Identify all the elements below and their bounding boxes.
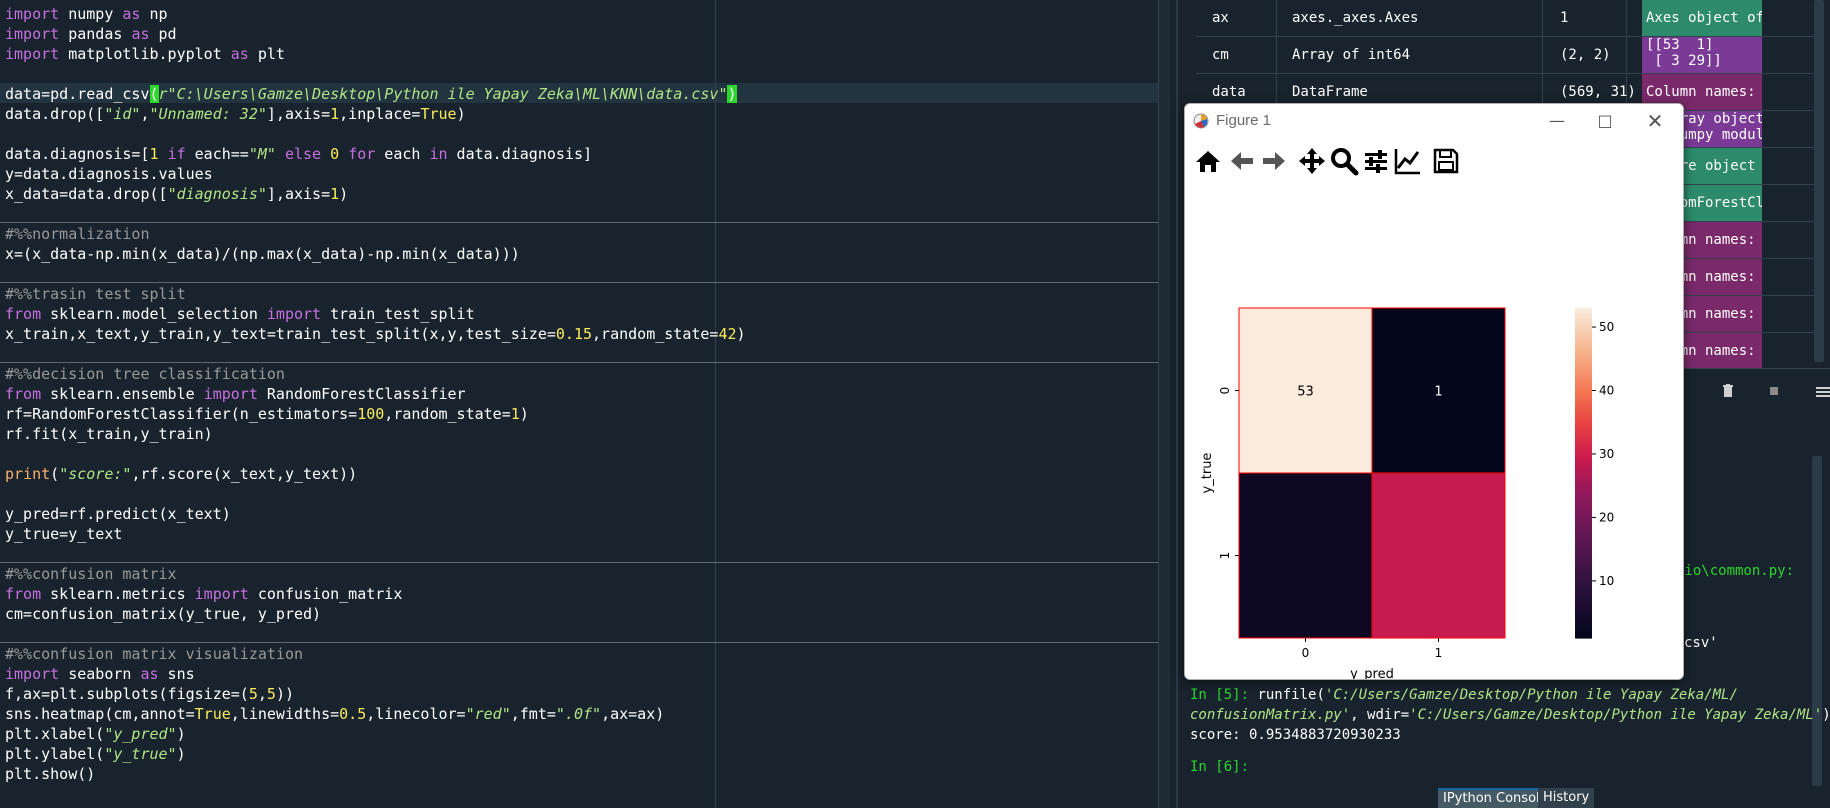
cell-separator: [0, 222, 1158, 223]
zoom-icon[interactable]: [1329, 146, 1359, 176]
code-line: cm=confusion_matrix(y_true, y_pred): [5, 605, 322, 623]
figure-canvas[interactable]: 53 1 0 1 0 1 y_pred y_true 10 20 30 40 50: [1185, 182, 1683, 679]
code-line: y=data.diagnosis.values: [5, 165, 213, 183]
tab-ipython-console[interactable]: IPython Console: [1438, 788, 1553, 808]
heatmap-cell: [1371, 472, 1506, 639]
code-line: #%%normalization: [5, 225, 150, 243]
trash-icon[interactable]: [1722, 383, 1734, 397]
cell-separator: [0, 362, 1158, 363]
splitter[interactable]: [1170, 0, 1184, 808]
heatmap-annotation: 53: [1297, 385, 1314, 400]
code-line: plt.ylabel("y_true"): [5, 745, 186, 763]
code-line: #%%confusion matrix visualization: [5, 645, 304, 663]
code-line: y_true=y_text: [5, 525, 123, 543]
code-line: x_train,x_text,y_train,y_text=train_test…: [5, 325, 746, 343]
y-tick-label: 1: [1218, 552, 1232, 560]
home-icon[interactable]: [1193, 146, 1223, 176]
console-input-5: In [5]: runfile('C:/Users/Gamze/Desktop/…: [1190, 687, 1738, 703]
code-line: rf=RandomForestClassifier(n_estimators=1…: [5, 405, 529, 423]
colorbar-tick-label: 30: [1599, 447, 1614, 461]
close-icon[interactable]: ✕: [1635, 108, 1675, 134]
colorbar-tick-label: 20: [1599, 510, 1614, 524]
code-line: plt.xlabel("y_pred"): [5, 725, 186, 743]
cell-separator: [0, 562, 1158, 563]
variable-value: [[53 1] [ 3 29]]: [1642, 37, 1762, 73]
variable-value: Axes object of…: [1642, 0, 1762, 36]
code-line: #%%trasin test split: [5, 285, 186, 303]
pan-icon[interactable]: [1297, 146, 1327, 176]
code-line: sns.heatmap(cm,annot=True,linewidths=0.5…: [5, 705, 665, 723]
console-input-5-cont: confusionMatrix.py', wdir='C:/Users/Gamz…: [1190, 707, 1830, 723]
figure-title: Figure 1: [1216, 112, 1272, 129]
code-line: rf.fit(x_train,y_train): [5, 425, 213, 443]
code-line: from sklearn.metrics import confusion_ma…: [5, 585, 403, 603]
tab-history[interactable]: History: [1538, 788, 1595, 808]
console-prompt-6[interactable]: In [6]:: [1190, 759, 1249, 775]
variable-type: axes._axes.Axes: [1292, 10, 1419, 26]
code-line: from sklearn.ensemble import RandomFores…: [5, 385, 466, 403]
back-icon[interactable]: [1227, 146, 1257, 176]
variable-row[interactable]: ax axes._axes.Axes 1 Axes object of…: [1196, 0, 1818, 37]
figure-window: Figure 1 — □ ✕ 53 1 0 1 0 1 y_pred y_true 10: [1184, 103, 1684, 680]
code-editor[interactable]: import numpy as np import pandas as pd imp…: [0, 0, 1158, 808]
x-axis-label: y_pred: [1350, 667, 1394, 679]
menu-icon[interactable]: [1816, 383, 1830, 397]
console-scrollbar[interactable]: [1812, 456, 1822, 786]
variable-explorer-scrollbar[interactable]: [1814, 0, 1824, 362]
x-tick-label: 0: [1302, 646, 1310, 660]
code-line: import matplotlib.pyplot as plt: [5, 45, 285, 63]
code-line: data.drop(["id","Unnamed: 32"],axis=1,in…: [5, 105, 466, 123]
code-line: #%%confusion matrix: [5, 565, 177, 583]
code-line: x=(x_data-np.min(x_data)/(np.max(x_data)…: [5, 245, 520, 263]
colorbar-tick-label: 50: [1599, 320, 1614, 334]
y-axis-label: y_true: [1200, 453, 1215, 494]
colorbar-tick-label: 40: [1599, 384, 1614, 398]
console-output-score: score: 0.9534883720930233: [1190, 727, 1401, 743]
console-tabs: IPython Console History: [1184, 788, 1830, 808]
edit-axis-icon[interactable]: [1393, 146, 1423, 176]
figure-toolbar: [1185, 138, 1683, 183]
edge-line: [715, 0, 716, 808]
code-line: #%%decision tree classification: [5, 365, 285, 383]
code-line: x_data=data.drop(["diagnosis"],axis=1): [5, 185, 349, 203]
code-line: import seaborn as sns: [5, 665, 195, 683]
heatmap-cell: [1238, 472, 1373, 639]
cell-separator: [0, 282, 1158, 283]
code-line: plt.show(): [5, 765, 96, 783]
heatmap-annotation: 1: [1434, 385, 1442, 400]
matplotlib-icon: [1193, 113, 1209, 129]
configure-subplots-icon[interactable]: [1361, 146, 1391, 176]
code-line: f,ax=plt.subplots(figsize=(5,5)): [5, 685, 294, 703]
code-line: y_pred=rf.predict(x_text): [5, 505, 231, 523]
colorbar-tick-label: 10: [1599, 574, 1614, 588]
minimize-icon[interactable]: —: [1537, 108, 1577, 134]
y-tick-label: 0: [1218, 387, 1232, 395]
code-line: import pandas as pd: [5, 25, 177, 43]
variable-type: Array of int64: [1292, 47, 1411, 63]
variable-size: 1: [1560, 10, 1569, 26]
confusion-matrix-heatmap: 53 10 101y_predy_true1020304050: [1200, 307, 1614, 679]
code-line: data.diagnosis=[1 if each=="M" else 0 fo…: [5, 145, 593, 163]
code-line: import numpy as np: [5, 5, 168, 23]
stop-icon[interactable]: [1770, 387, 1778, 395]
console-partial-text: csv': [1684, 635, 1718, 651]
variable-size: (2, 2): [1560, 47, 1611, 63]
code-line: from sklearn.model_selection import trai…: [5, 305, 475, 323]
console-partial-path: \io\common.py:: [1676, 563, 1795, 579]
figure-titlebar[interactable]: Figure 1 — □ ✕: [1185, 104, 1683, 138]
variable-name: cm: [1212, 47, 1229, 63]
cell-separator: [0, 642, 1158, 643]
forward-icon[interactable]: [1259, 146, 1289, 176]
variable-row[interactable]: cm Array of int64 (2, 2) [[53 1] [ 3 29]]: [1196, 37, 1818, 74]
variable-name: ax: [1212, 10, 1229, 26]
colorbar-segment: [1575, 635, 1592, 639]
code-line: data=pd.read_csv(r"C:\Users\Gamze\Deskto…: [5, 85, 737, 103]
x-tick-label: 1: [1435, 646, 1443, 660]
maximize-icon[interactable]: □: [1585, 108, 1625, 134]
save-icon[interactable]: [1431, 146, 1461, 176]
code-line: print("score:",rf.score(x_text,y_text)): [5, 465, 358, 483]
